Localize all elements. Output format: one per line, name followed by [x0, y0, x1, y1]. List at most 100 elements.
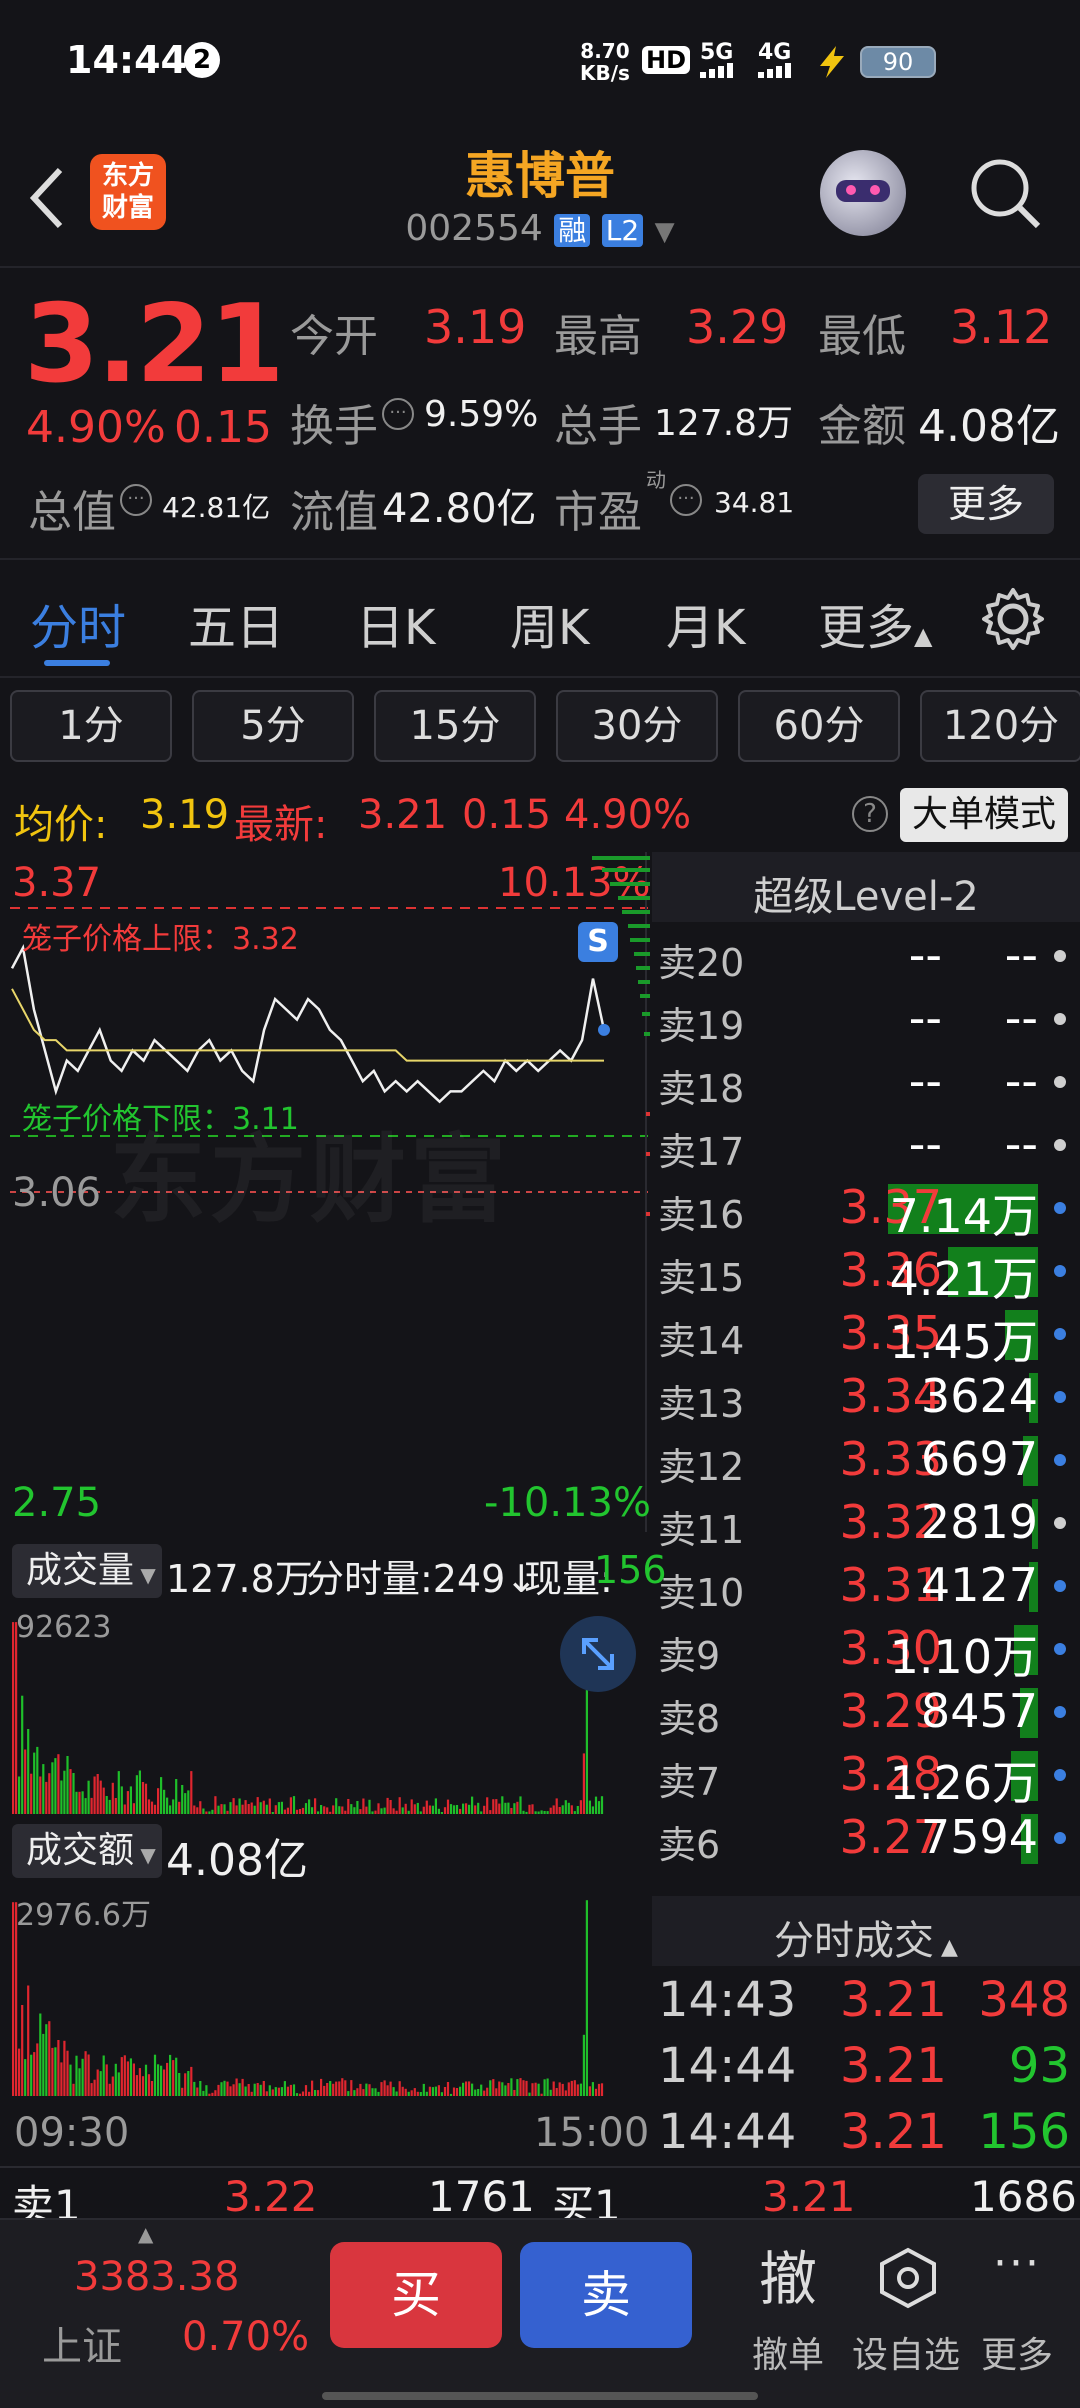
ask-row[interactable]: 卖12 3.33 6697: [652, 1428, 1080, 1491]
more-button[interactable]: ··· 更多: [960, 2228, 1074, 2398]
volume-bar: [108, 2083, 111, 2096]
info-icon-2[interactable]: ···: [120, 484, 152, 516]
volume-bar: [57, 2040, 60, 2096]
volume-bar: [21, 2005, 24, 2096]
volume-bar: [540, 1810, 543, 1814]
ask-label: 卖6: [658, 1823, 721, 1867]
period-30min[interactable]: 30分: [556, 690, 718, 762]
info-icon-3[interactable]: ···: [670, 484, 702, 516]
cancel-order-button[interactable]: 撤 撤单: [728, 2228, 848, 2398]
volume-bar: [455, 2088, 459, 2096]
volume-bar: [597, 2083, 601, 2096]
ask-row[interactable]: 卖16 3.37 7.14万: [652, 1176, 1080, 1243]
notification-badge: 2: [184, 42, 220, 78]
hexagon-icon: [880, 2247, 936, 2309]
l2-badge: L2: [601, 214, 644, 247]
volume-bar: [114, 1798, 117, 1814]
volume-bar: [588, 2086, 591, 2096]
volume-bar: [549, 1807, 552, 1814]
sell-button[interactable]: 卖: [520, 2242, 692, 2348]
ask-row[interactable]: 卖19 -- --: [652, 987, 1080, 1050]
amount-indicator-select[interactable]: 成交额 ▼: [12, 1824, 162, 1878]
volume-bar: [283, 2081, 286, 2096]
volume-bar: [504, 1802, 507, 1814]
volume-bar: [558, 2082, 561, 2096]
volume-bar: [480, 1811, 483, 1814]
volume-bar: [483, 1805, 486, 1814]
volume-bar: [184, 2073, 187, 2096]
volume-bar: [217, 1805, 220, 1814]
volume-bar: [314, 1798, 317, 1814]
volume-bar: [271, 1812, 274, 1814]
expand-icon[interactable]: [560, 1616, 636, 1692]
volume-bar: [33, 1752, 36, 1814]
ask-price: 3.34: [839, 1369, 942, 1423]
volume-bar: [304, 2085, 308, 2096]
tick-row: 14:44 3.21 93: [652, 2038, 1080, 2102]
period-1min[interactable]: 1分: [10, 690, 172, 762]
volume-bar: [241, 2078, 244, 2096]
ask-row[interactable]: 卖8 3.29 8457: [652, 1680, 1080, 1743]
info-icon[interactable]: ···: [382, 398, 414, 430]
tab-more[interactable]: 更多▲: [818, 588, 932, 658]
tab-five-day[interactable]: 五日: [188, 588, 284, 658]
volume-bar: [304, 1803, 308, 1814]
tab-weekly-k[interactable]: 周K: [510, 588, 589, 658]
volume-bar: [181, 2087, 184, 2096]
intraday-chart[interactable]: 东方财富 3.37 10.13% 笼子价格上限：3.32 笼子价格下限：3.11…: [0, 852, 651, 1532]
ask-row[interactable]: 卖14 3.35 1.45万: [652, 1302, 1080, 1369]
volume-bar: [440, 1812, 443, 1814]
volume-bar: [600, 1796, 604, 1814]
volume-bar: [317, 2090, 320, 2096]
ask-row[interactable]: 卖18 -- --: [652, 1050, 1080, 1113]
search-icon[interactable]: [966, 154, 1046, 234]
ask-row[interactable]: 卖9 3.30 1.10万: [652, 1617, 1080, 1684]
volume-bar: [561, 2083, 564, 2096]
volume-bar: [120, 2057, 123, 2096]
volume-bar: [75, 2055, 78, 2096]
tab-intraday[interactable]: 分时: [30, 588, 126, 658]
volume-bar: [30, 2054, 33, 2096]
ask-row[interactable]: 卖15 3.36 4.21万: [652, 1239, 1080, 1306]
volume-bar: [347, 2091, 350, 2096]
ask-row[interactable]: 卖11 3.32 2819: [652, 1491, 1080, 1554]
volume-bar: [416, 2091, 419, 2096]
ask-row[interactable]: 卖10 3.31 4127: [652, 1554, 1080, 1617]
period-15min[interactable]: 15分: [374, 690, 536, 762]
dropdown-caret-icon[interactable]: ▼: [655, 217, 675, 247]
period-60min[interactable]: 60分: [738, 690, 900, 762]
volume-bar: [540, 2093, 543, 2096]
ask-row[interactable]: 卖6 3.27 7594: [652, 1806, 1080, 1869]
volume-bar: [292, 1796, 296, 1814]
ask-row[interactable]: 卖7 3.28 1.26万: [652, 1743, 1080, 1810]
ask-label: 卖9: [658, 1634, 721, 1678]
add-watchlist-button[interactable]: 设自选: [836, 2228, 976, 2398]
big-order-mode-button[interactable]: 大单模式: [900, 788, 1068, 842]
volume-indicator-select[interactable]: 成交量 ▼: [12, 1544, 162, 1598]
high-value: 3.29: [686, 300, 789, 354]
caret-up-icon[interactable]: ▲: [138, 2222, 153, 2246]
volume-bar: [483, 2090, 486, 2096]
tab-daily-k[interactable]: 日K: [356, 588, 435, 658]
tab-monthly-k[interactable]: 月K: [666, 588, 745, 658]
volume-bar: [190, 2066, 193, 2096]
volume-bar: [314, 2090, 317, 2096]
volume-bar: [253, 1805, 256, 1814]
gear-icon[interactable]: [980, 586, 1046, 652]
help-icon[interactable]: ?: [852, 796, 888, 832]
ask-row[interactable]: 卖17 -- --: [652, 1113, 1080, 1176]
ask-row[interactable]: 卖13 3.34 3624: [652, 1365, 1080, 1428]
float-value: 42.80亿: [382, 486, 537, 532]
ask-row[interactable]: 卖20 -- --: [652, 924, 1080, 987]
volume-bar: [395, 2091, 398, 2096]
more-quote-button[interactable]: 更多: [918, 474, 1054, 534]
ask-volume: --: [1004, 991, 1038, 1045]
volume-bar: [226, 2081, 229, 2096]
period-120min[interactable]: 120分: [920, 690, 1080, 762]
buy-button[interactable]: 买: [330, 2242, 502, 2348]
assistant-robot-avatar[interactable]: [820, 150, 906, 236]
amount-panel: 成交额 ▼ 4.08亿 2976.6万: [0, 1820, 650, 2100]
ticks-header[interactable]: 分时成交 ▲: [652, 1896, 1080, 1966]
ask-volume: 2819: [920, 1495, 1038, 1549]
period-5min[interactable]: 5分: [192, 690, 354, 762]
